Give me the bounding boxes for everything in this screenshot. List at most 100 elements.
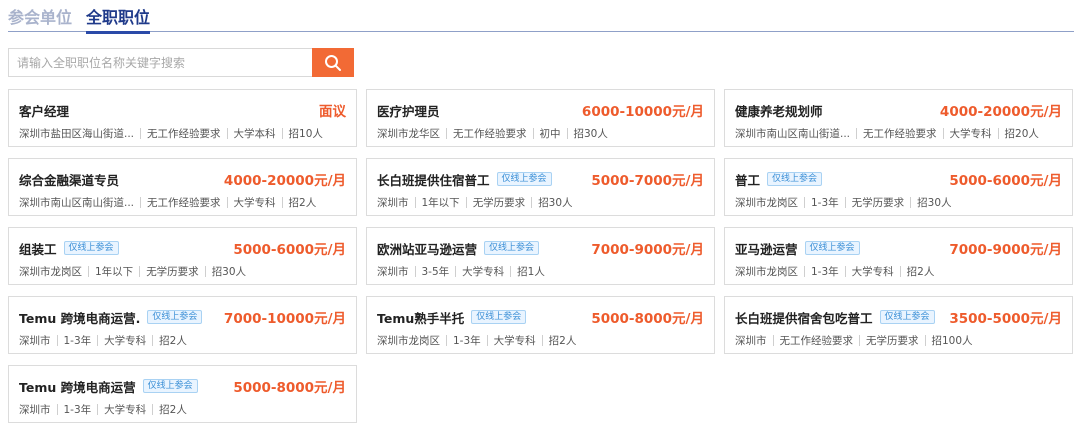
- job-headcount: 招20人: [1004, 127, 1039, 140]
- search-button[interactable]: [312, 48, 354, 77]
- tab-bar: 参会单位 全职职位: [8, 0, 1074, 34]
- job-card[interactable]: 健康养老规划师 4000-20000元/月 深圳市南山区南山街道... 无工作经验要求…: [724, 89, 1073, 147]
- job-salary: 4000-20000元/月: [223, 173, 346, 189]
- search-icon: [325, 54, 341, 71]
- job-title: 组装工: [19, 241, 57, 257]
- job-experience: 无工作经验要求: [863, 127, 937, 140]
- job-location: 深圳市盐田区海山街道...: [19, 127, 135, 140]
- job-salary: 7000-10000元/月: [223, 311, 346, 327]
- job-headcount: 招10人: [288, 127, 323, 140]
- job-experience: 1-3年: [811, 265, 839, 278]
- job-location: 深圳市龙华区: [377, 127, 440, 140]
- job-education: 大学专科: [104, 334, 147, 347]
- meta-divider: [541, 334, 543, 346]
- job-education: 无学历要求: [472, 196, 526, 209]
- job-card[interactable]: Temu 跨境电商运营 仅线上参会 5000-8000元/月 深圳市 1-3年 大学专科招…: [8, 365, 357, 423]
- job-card[interactable]: Temu熟手半托 仅线上参会 5000-8000元/月深圳市龙岗区 1-3年 大学专科招…: [366, 296, 715, 354]
- job-salary: 5000-8000元/月: [233, 380, 346, 396]
- meta-divider: [566, 127, 568, 139]
- job-salary: 7000-9000元/月: [949, 242, 1062, 258]
- job-title: Temu 跨境电商运营: [19, 379, 136, 395]
- job-location: 深圳市龙岗区: [19, 265, 82, 278]
- job-title: 客户经理: [19, 103, 70, 119]
- meta-divider: [804, 265, 805, 277]
- job-education: 大学专科: [462, 265, 505, 278]
- job-card[interactable]: 综合金融渠道专员 4000-20000元/月 深圳市南山区南山街道... 无工作经验要…: [8, 158, 357, 216]
- job-education: 大学专科: [851, 265, 894, 278]
- job-card-header: 长白班提供宿舍包吃普工 仅线上参会 3500-5000元/月: [735, 307, 1062, 327]
- search-input[interactable]: [8, 48, 312, 77]
- job-card-header: 亚马逊运营 仅线上参会 7000-9000元/月: [735, 238, 1062, 258]
- online-only-badge: 仅线上参会: [63, 241, 119, 255]
- job-card-header: 医疗护理员 6000-10000元/月: [377, 100, 704, 121]
- meta-divider: [56, 334, 58, 346]
- job-education: 大学专科: [949, 127, 992, 140]
- online-only-badge: 仅线上参会: [804, 241, 860, 255]
- job-card-header: 欧洲站亚马逊运营 仅线上参会 7000-9000元/月: [377, 238, 704, 258]
- tab-exhibitors[interactable]: 参会单位: [8, 4, 72, 28]
- job-card[interactable]: Temu 跨境电商运营. 仅线上参会 7000-10000元/月 深圳市 1-3年 大学专…: [8, 296, 357, 354]
- job-experience: 1-3年: [63, 334, 92, 347]
- job-title: 综合金融渠道专员: [19, 172, 120, 188]
- job-location: 深圳市: [377, 265, 409, 278]
- meta-divider: [139, 265, 141, 277]
- job-card[interactable]: 客户经理 面议 深圳市盐田区海山街道... 无工作经验要求 大学本科 招10人: [8, 89, 357, 147]
- job-title: Temu熟手半托: [377, 310, 465, 326]
- online-only-badge: 仅线上参会: [496, 172, 552, 186]
- job-meta: 深圳市龙岗区 1-3年 大学专科 招2人: [735, 263, 1062, 279]
- job-headcount: 招1人: [517, 265, 545, 278]
- meta-divider: [97, 334, 99, 346]
- job-card[interactable]: 普工 仅线上参会 5000-6000元/月 深圳市龙岗区 1-3年 无学历要求 招30人: [724, 158, 1073, 216]
- job-experience: 1-3年: [811, 196, 839, 209]
- job-card[interactable]: 组装工 仅线上参会 5000-6000元/月 深圳市龙岗区 1年以下 无学历要求 招30人: [8, 227, 357, 285]
- job-education: 大学专科: [493, 334, 536, 347]
- online-only-badge: 仅线上参会: [147, 310, 203, 324]
- job-headcount: 招100人: [931, 334, 973, 347]
- job-card[interactable]: 医疗护理员 6000-10000元/月深圳市龙华区 无工作经验要求 初中 招30人: [366, 89, 715, 147]
- meta-divider: [281, 196, 283, 208]
- search-bar: [8, 48, 354, 77]
- job-salary: 7000-9000元/月: [591, 242, 704, 258]
- job-salary: 6000-10000元/月: [581, 104, 704, 120]
- meta-divider: [446, 334, 447, 346]
- job-location: 深圳市: [19, 403, 51, 416]
- meta-divider: [942, 127, 944, 139]
- job-meta: 深圳市龙华区 无工作经验要求 初中 招30人: [377, 125, 704, 141]
- job-meta: 深圳市南山区南山街道... 无工作经验要求 大学专科 招20人: [735, 125, 1062, 141]
- meta-divider: [152, 403, 154, 415]
- job-experience: 3-5年: [421, 265, 450, 278]
- job-location: 深圳市: [19, 334, 51, 347]
- job-education: 无学历要求: [866, 334, 919, 347]
- job-meta: 深圳市龙岗区 1年以下 无学历要求 招30人: [19, 263, 346, 279]
- online-only-badge: 仅线上参会: [879, 310, 935, 324]
- meta-divider: [226, 127, 228, 139]
- meta-divider: [446, 127, 447, 139]
- job-card[interactable]: 亚马逊运营 仅线上参会 7000-9000元/月深圳市龙岗区 1-3年 大学专科 招2人: [724, 227, 1073, 285]
- job-education: 无学历要求: [851, 196, 905, 209]
- job-experience: 无工作经验要求: [779, 334, 854, 347]
- meta-divider: [859, 334, 860, 346]
- job-experience: 1-3年: [453, 334, 481, 347]
- job-experience: 无工作经验要求: [453, 127, 527, 140]
- job-card[interactable]: 长白班提供宿舍包吃普工 仅线上参会 3500-5000元/月 深圳市 无工作经验要求 无学…: [724, 296, 1073, 354]
- meta-divider: [465, 196, 467, 208]
- job-card[interactable]: 长白班提供住宿普工 仅线上参会 5000-7000元/月 深圳市 1年以下 无学历要求 招3…: [366, 158, 715, 216]
- job-headcount: 招2人: [548, 334, 577, 347]
- job-title: 长白班提供宿舍包吃普工: [735, 310, 873, 326]
- job-location: 深圳市龙岗区: [377, 334, 440, 347]
- meta-divider: [997, 127, 999, 139]
- job-headcount: 招30人: [538, 196, 573, 209]
- job-education: 初中: [539, 127, 561, 140]
- job-card[interactable]: 欧洲站亚马逊运营 仅线上参会 7000-9000元/月深圳市 3-5年 大学专科 招1人: [366, 227, 715, 285]
- job-title: 亚马逊运营: [735, 241, 798, 257]
- job-salary: 5000-7000元/月: [591, 173, 704, 189]
- meta-divider: [510, 265, 512, 277]
- job-salary: 4000-20000元/月: [939, 104, 1062, 120]
- job-salary: 面议: [319, 104, 346, 120]
- job-meta: 深圳市 1-3年 大学专科 招2人: [19, 332, 346, 348]
- job-experience: 1-3年: [63, 403, 92, 416]
- tab-fulltime-jobs[interactable]: 全职职位: [86, 4, 151, 34]
- job-card-header: Temu熟手半托 仅线上参会 5000-8000元/月: [377, 307, 704, 327]
- meta-divider: [281, 127, 283, 139]
- job-title: 长白班提供住宿普工: [377, 172, 490, 188]
